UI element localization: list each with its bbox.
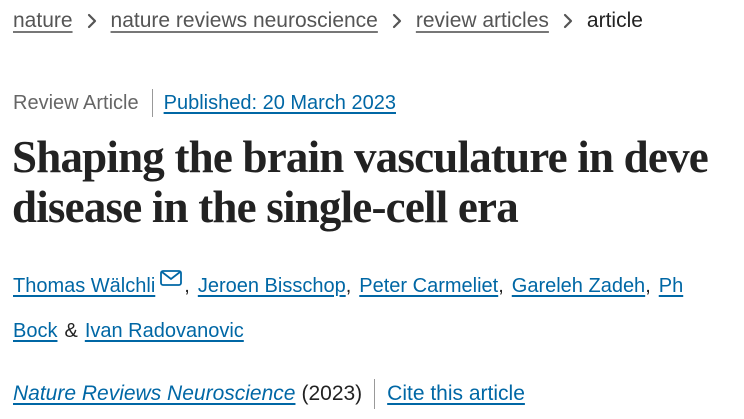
author-link[interactable]: Gareleh Zadeh xyxy=(512,264,645,309)
cite-this-article-link[interactable]: Cite this article xyxy=(387,382,525,406)
article-header-page: nature nature reviews neuroscience revie… xyxy=(0,0,744,419)
author-ampersand: & xyxy=(64,320,78,342)
article-title-line-2: disease in the single-cell era xyxy=(12,182,519,232)
author-link[interactable]: Ph xyxy=(659,264,683,309)
breadcrumb-item-review-articles[interactable]: review articles xyxy=(416,9,549,33)
breadcrumb-item-nature-reviews-neuroscience[interactable]: nature reviews neuroscience xyxy=(111,9,378,33)
breadcrumb-item-nature[interactable]: nature xyxy=(13,9,73,33)
author-link[interactable]: Bock xyxy=(13,309,57,354)
article-type: Review Article xyxy=(13,91,139,114)
breadcrumb-current: article xyxy=(586,9,643,32)
author-link[interactable]: Thomas Wälchli xyxy=(13,264,155,309)
mail-icon[interactable] xyxy=(160,258,183,303)
author-separator: , xyxy=(498,275,504,297)
author-list-line-1: Thomas Wälchli , Jeroen Bisschop , Peter… xyxy=(13,264,744,309)
author-separator: , xyxy=(345,275,352,297)
article-meta: Review Article Published: 20 March 2023 xyxy=(13,88,396,118)
author-list-line-2: Bock & Ivan Radovanovic xyxy=(13,309,744,354)
author-link[interactable]: Jeroen Bisschop xyxy=(198,264,346,309)
breadcrumb: nature nature reviews neuroscience revie… xyxy=(13,6,643,36)
article-title-line-1: Shaping the brain vasculature in deve xyxy=(12,132,709,182)
author-separator: , xyxy=(645,275,651,297)
citation-divider xyxy=(374,379,376,409)
chevron-right-icon xyxy=(73,9,111,33)
meta-divider xyxy=(151,89,153,117)
citation-row: Nature Reviews Neuroscience (2023) Cite … xyxy=(13,378,525,410)
publication-year: (2023) xyxy=(301,382,363,405)
chevron-right-icon xyxy=(378,9,416,33)
author-separator: , xyxy=(184,275,190,297)
published-date-link[interactable]: Published: 20 March 2023 xyxy=(164,92,396,115)
article-title: Shaping the brain vasculature in deve di… xyxy=(12,132,744,232)
journal-link[interactable]: Nature Reviews Neuroscience xyxy=(13,382,295,406)
author-link[interactable]: Ivan Radovanovic xyxy=(85,309,244,354)
author-list: Thomas Wälchli , Jeroen Bisschop , Peter… xyxy=(13,264,744,354)
author-link[interactable]: Peter Carmeliet xyxy=(359,264,498,309)
chevron-right-icon xyxy=(549,9,587,33)
